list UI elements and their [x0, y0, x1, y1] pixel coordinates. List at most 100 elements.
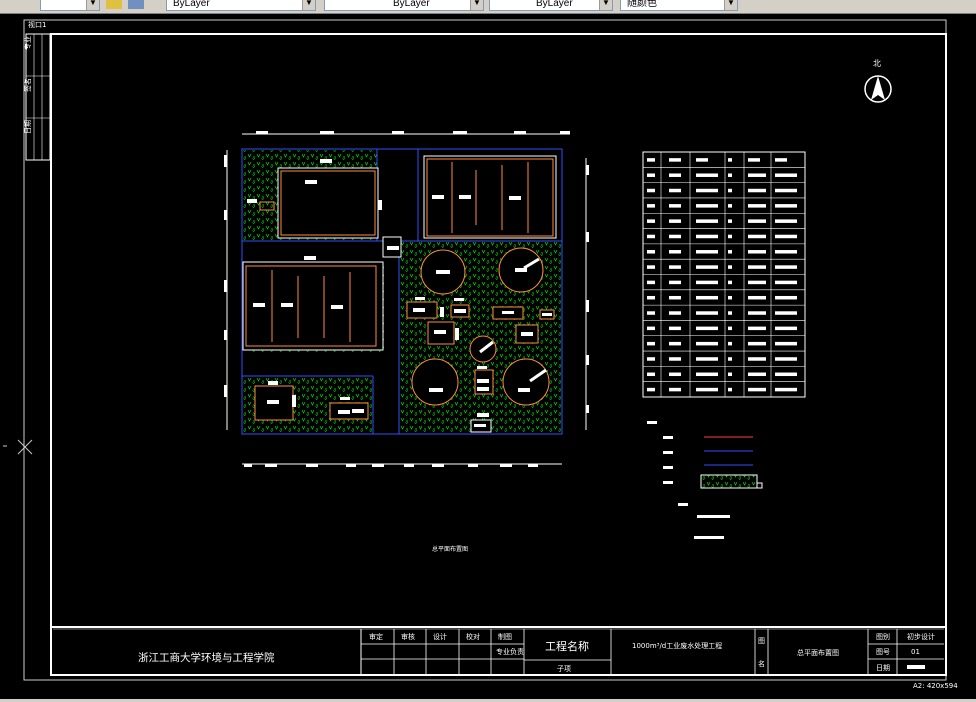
role-label-5: 制图 [498, 632, 512, 641]
stamp-label-2: 签名 [23, 78, 32, 92]
drawing-canvas[interactable]: ᵥ 视口1 专业 签名 日期 北 [0, 14, 976, 699]
title-block: 浙江工商大学环境与工程学院 审定 审核 设计 校对 制图 专业负责 工程名称 子… [51, 626, 946, 675]
chevron-down-icon[interactable]: ▼ [599, 0, 612, 10]
legend-cell-text [696, 280, 718, 285]
legend-cell-text [728, 357, 732, 361]
legend-cell-text [728, 265, 732, 269]
legend-cell-text [748, 250, 766, 254]
legend-cell-text [647, 311, 655, 315]
plan-caption: 总平面布置图 [432, 545, 468, 553]
legend-cell-text [728, 372, 732, 377]
stamp-label-3: 日期 [24, 120, 32, 134]
legend-cell-text [728, 341, 732, 346]
layer-combo[interactable]: ▼ [40, 0, 100, 11]
row-label-3: 日期 [876, 664, 890, 672]
chevron-down-icon[interactable]: ▼ [724, 0, 737, 10]
line-legend [647, 421, 763, 539]
legend-cell-text [775, 234, 797, 239]
plotstyle-combo-value: 随颜色 [627, 0, 657, 9]
scale-note: A2: 420x594 [913, 682, 958, 690]
legend-cell-text [748, 311, 766, 315]
legend-cell-text [748, 234, 766, 239]
legend-cell-text [728, 188, 732, 193]
legend-cell-text [647, 280, 655, 285]
legend-cell-text [669, 311, 681, 315]
legend-cell-text [696, 219, 718, 223]
stamp-label-1: 专业 [23, 36, 32, 50]
north-arrow-icon: 北 [864, 59, 892, 103]
color-combo[interactable]: ByLayer ▼ [166, 0, 316, 11]
linetype-combo[interactable]: ByLayer ▼ [324, 0, 484, 11]
legend-cell-text [696, 265, 718, 269]
legend-cell-text [775, 372, 797, 377]
legend-cell-text [728, 280, 732, 285]
legend-cell-text [775, 265, 797, 269]
layer-previous-icon[interactable] [128, 0, 144, 9]
linetype-combo-value: ByLayer [393, 0, 430, 9]
legend-cell-text [748, 265, 766, 269]
row-value-1: 初步设计 [907, 632, 935, 641]
legend-cell-text [647, 387, 655, 392]
legend-cell-text [669, 372, 681, 377]
legend-cell-text [647, 188, 655, 193]
project-name: 1000m³/d工业废水处理工程 [632, 641, 722, 650]
project-label: 工程名称 [545, 639, 589, 653]
lineweight-combo[interactable]: ByLayer ▼ [489, 0, 613, 11]
legend-cell-text [728, 219, 732, 223]
legend-cell-text [775, 295, 797, 300]
layer-state-icon[interactable] [106, 0, 122, 9]
drawing-label-1: 图 [758, 637, 765, 645]
legend-cell-text [669, 341, 681, 346]
legend-cell-text [669, 173, 681, 177]
legend-cell-text [647, 158, 655, 162]
legend-cell-text [748, 173, 766, 177]
legend-cell-text [696, 158, 708, 162]
legend-cell-text [696, 234, 718, 239]
chevron-down-icon[interactable]: ▼ [86, 0, 99, 10]
legend-cell-text [669, 326, 681, 331]
legend-cell-text [669, 234, 681, 239]
chevron-down-icon[interactable]: ▼ [302, 0, 315, 10]
row-label-2: 图号 [876, 648, 890, 656]
legend-cell-text [748, 326, 766, 331]
date-value-bar [907, 665, 925, 669]
legend-cell-text [775, 158, 787, 162]
legend-cell-text [748, 188, 766, 193]
role-label-3: 设计 [433, 632, 447, 641]
viewport-label: 视口1 [28, 20, 46, 29]
legend-cell-text [775, 311, 797, 315]
legend-cell-text [696, 341, 718, 346]
chevron-down-icon[interactable]: ▼ [470, 0, 483, 10]
legend-cell-text [647, 219, 655, 223]
legend-cell-text [728, 250, 732, 254]
legend-cell-text [728, 295, 732, 300]
legend-cell-text [669, 387, 681, 392]
legend-cell-text [669, 158, 681, 162]
legend-cell-text [748, 295, 766, 300]
legend-cell-text [775, 341, 797, 346]
legend-cell-text [696, 188, 718, 193]
project-sub-label: 子项 [557, 665, 571, 673]
legend-cell-text [748, 204, 766, 208]
sidebar-stamp: 专业 签名 日期 [23, 33, 51, 161]
legend-cell-text [775, 188, 797, 193]
plotstyle-combo[interactable]: 随颜色 ▼ [620, 0, 738, 11]
row-label-1: 图别 [876, 632, 890, 641]
legend-cell-text [647, 234, 655, 239]
institution-name: 浙江工商大学环境与工程学院 [138, 651, 275, 664]
legend-cell-text [696, 326, 718, 331]
legend-cell-text [728, 204, 732, 208]
legend-cell-text [696, 204, 718, 208]
legend-cell-text [647, 250, 655, 254]
legend-cell-text [775, 173, 797, 177]
legend-cell-text [728, 326, 732, 331]
legend-cell-text [647, 357, 655, 361]
legend-cell-text [647, 326, 655, 331]
legend-cell-text [748, 387, 766, 392]
role-label-1: 审定 [369, 632, 383, 641]
legend-cell-text [647, 173, 655, 177]
legend-cell-text [669, 188, 681, 193]
legend-cell-text [647, 295, 655, 300]
legend-cell-text [647, 372, 655, 377]
legend-cell-text [728, 387, 732, 392]
